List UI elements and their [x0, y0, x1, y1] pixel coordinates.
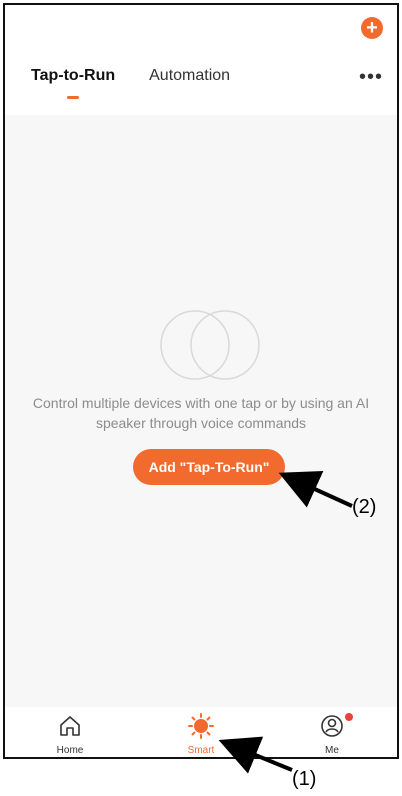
more-icon: •••	[358, 66, 383, 88]
nav-label-me: Me	[325, 745, 339, 756]
tab-automation[interactable]: Automation	[149, 67, 230, 97]
nav-item-smart[interactable]: Smart	[136, 707, 266, 756]
nav-label-smart: Smart	[187, 745, 215, 756]
empty-state-message: Control multiple devices with one tap or…	[32, 395, 370, 431]
notification-badge	[345, 713, 353, 721]
tabs: Tap-to-Run Automation	[31, 67, 230, 99]
two-circles-icon	[160, 310, 260, 380]
app-screen: + Tap-to-Run Automation ••• Control mult…	[3, 3, 399, 759]
header: + Tap-to-Run Automation •••	[5, 5, 397, 115]
bottom-nav: Home Smart Me	[5, 707, 397, 757]
nav-item-me[interactable]: Me	[267, 707, 397, 756]
more-options-button[interactable]: •••	[359, 67, 383, 87]
sun-icon	[136, 713, 266, 739]
home-icon	[5, 713, 135, 739]
callout-label-1: (1)	[292, 768, 317, 790]
nav-item-home[interactable]: Home	[5, 707, 135, 756]
callout-label-2: (2)	[352, 496, 377, 518]
user-icon	[267, 713, 397, 739]
nav-label-home: Home	[56, 745, 84, 756]
add-tap-to-run-button[interactable]: Add "Tap-To-Run"	[133, 449, 285, 485]
plus-icon: +	[366, 17, 378, 39]
add-button[interactable]: +	[361, 17, 383, 39]
tab-tap-to-run[interactable]: Tap-to-Run	[31, 67, 115, 99]
